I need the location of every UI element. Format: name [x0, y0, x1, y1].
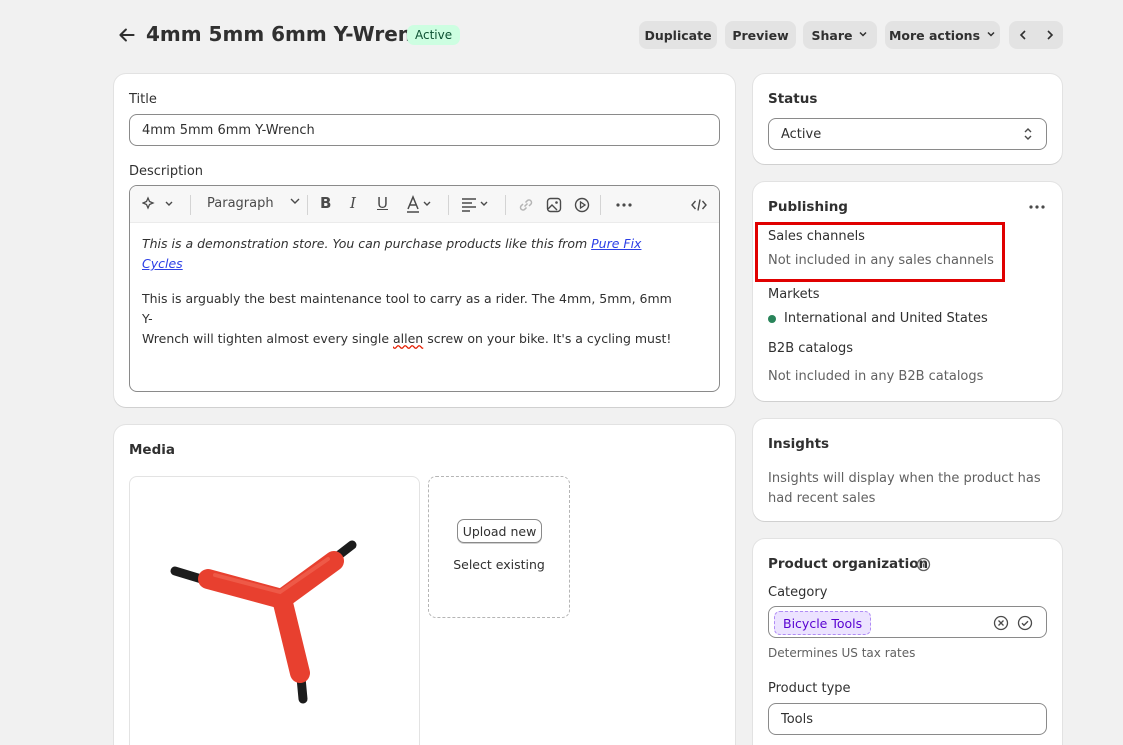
insights-text: Insights will display when the product h… [768, 471, 1041, 506]
select-chevron-icon [1024, 128, 1032, 140]
underline-icon[interactable]: U [377, 194, 388, 212]
page-title: 4mm 5mm 6mm Y-Wrench [146, 22, 439, 46]
text-color-button[interactable] [405, 194, 435, 218]
chevron-right-icon [1046, 30, 1053, 40]
b2b-catalogs-label: B2B catalogs [768, 341, 854, 356]
paragraph-dropdown-label: Paragraph [207, 196, 274, 211]
b2b-catalogs-value: Not included in any B2B catalogs [768, 369, 984, 384]
duplicate-button-label: Duplicate [644, 27, 712, 43]
product-type-input[interactable]: Tools [768, 703, 1047, 735]
duplicate-button[interactable]: Duplicate [639, 21, 717, 49]
y-wrench-image [170, 540, 357, 704]
align-left-icon [462, 198, 488, 212]
share-button-label: Share [811, 27, 853, 43]
share-button[interactable]: Share [803, 21, 877, 49]
preview-button-label: Preview [732, 27, 789, 43]
description-intro: This is a demonstration store. You can p… [142, 236, 642, 271]
more-actions-button-label: More actions [888, 27, 981, 43]
media-title: Media [129, 442, 175, 458]
select-existing-link[interactable]: Select existing [429, 557, 569, 572]
markets-value: International and United States [784, 311, 988, 326]
code-view-icon[interactable] [690, 196, 708, 218]
bold-icon[interactable]: B [320, 194, 331, 212]
align-button[interactable] [460, 195, 492, 217]
next-product-button[interactable] [1036, 21, 1063, 49]
category-label: Category [768, 585, 828, 600]
text-color-icon [407, 195, 431, 213]
italic-icon[interactable]: I [350, 194, 356, 212]
status-select[interactable]: Active [768, 118, 1047, 150]
clear-icon[interactable] [993, 615, 1009, 631]
more-formatting-icon[interactable] [614, 196, 634, 218]
editor-toolbar: Paragraph B I U [130, 186, 719, 223]
chevron-left-icon [1019, 30, 1026, 40]
description-label: Description [129, 164, 204, 179]
description-editor[interactable]: Paragraph B I U This is a demonstration … [129, 185, 720, 392]
market-status-dot [768, 315, 776, 323]
title-input-value: 4mm 5mm 6mm Y-Wrench [142, 122, 315, 138]
media-dropzone[interactable]: Upload new Select existing [428, 476, 570, 618]
highlight-box [755, 222, 1005, 282]
chevron-down-icon [290, 198, 300, 204]
pagination [1009, 21, 1063, 49]
more-options-icon[interactable] [1028, 200, 1046, 214]
product-type-label: Product type [768, 681, 851, 696]
paragraph-dropdown[interactable]: Paragraph [207, 195, 302, 211]
title-input[interactable]: 4mm 5mm 6mm Y-Wrench [129, 114, 720, 146]
chevron-down-icon [858, 29, 868, 42]
previous-product-button[interactable] [1009, 21, 1036, 49]
publishing-title: Publishing [768, 199, 848, 215]
confirm-icon[interactable] [1017, 615, 1033, 631]
description-content[interactable]: This is a demonstration store. You can p… [142, 234, 679, 349]
more-actions-button[interactable]: More actions [885, 21, 1000, 49]
product-organization-title: Product organization [768, 556, 929, 572]
status-badge: Active [407, 25, 461, 45]
sparkle-icon [141, 196, 173, 210]
category-help-text: Determines US tax rates [768, 646, 916, 660]
product-type-value: Tools [781, 711, 814, 727]
ai-generate-button[interactable] [141, 195, 174, 217]
preview-button[interactable]: Preview [725, 21, 796, 49]
markets-label: Markets [768, 287, 820, 302]
image-icon[interactable] [545, 196, 563, 218]
link-icon[interactable] [517, 196, 535, 218]
product-image[interactable] [129, 476, 420, 745]
status-title: Status [768, 91, 818, 107]
category-tag[interactable]: Bicycle Tools [774, 611, 872, 635]
upload-new-button[interactable]: Upload new [457, 519, 542, 543]
info-icon[interactable] [916, 557, 931, 572]
status-select-value: Active [781, 126, 822, 142]
title-label: Title [129, 92, 157, 107]
description-body: This is arguably the best maintenance to… [142, 291, 672, 346]
category-input[interactable]: Bicycle Tools [768, 606, 1047, 638]
video-icon[interactable] [573, 196, 591, 218]
back-arrow-icon[interactable] [116, 24, 138, 46]
insights-title: Insights [768, 436, 830, 452]
chevron-down-icon [986, 29, 996, 42]
